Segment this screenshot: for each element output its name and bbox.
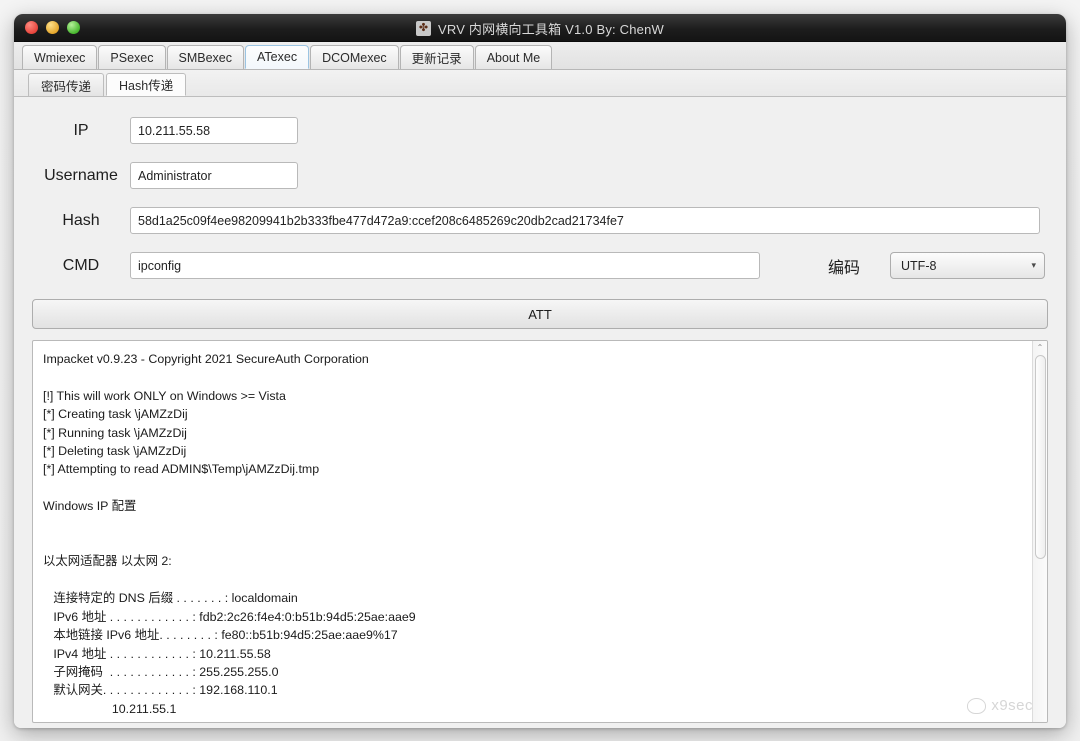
window-title: VRV 内网横向工具箱 V1.0 By: ChenW — [438, 19, 664, 38]
output-line: 10.211.55.1 — [43, 700, 1022, 718]
scrollbar-thumb[interactable] — [1035, 355, 1046, 559]
output-line: 本地链接 IPv6 地址. . . . . . . . : fe80::b51b… — [43, 626, 1022, 644]
username-label: Username — [32, 167, 130, 185]
output-line: [!] This will work ONLY on Windows >= Vi… — [43, 387, 1022, 405]
output-text[interactable]: Impacket v0.9.23 - Copyright 2021 Secure… — [33, 341, 1032, 722]
output-line: IPv4 地址 . . . . . . . . . . . . : 10.211… — [43, 645, 1022, 663]
tab-dcomexec[interactable]: DCOMexec — [310, 45, 399, 69]
encoding-select[interactable]: UTF-8 ▾ — [890, 252, 1045, 279]
hash-input[interactable]: 58d1a25c09f4ee98209941b2b333fbe477d472a9… — [130, 207, 1040, 234]
title-bar[interactable]: ✤ VRV 内网横向工具箱 V1.0 By: ChenW — [14, 14, 1066, 42]
main-tabbar: Wmiexec PSexec SMBexec ATexec DCOMexec 更… — [14, 42, 1066, 70]
output-line: Impacket v0.9.23 - Copyright 2021 Secure… — [43, 350, 1022, 368]
output-line: 连接特定的 DNS 后缀 . . . . . . . : localdomain — [43, 589, 1022, 607]
chevron-down-icon: ▾ — [1031, 260, 1036, 271]
ip-label: IP — [32, 122, 130, 140]
output-line: [*] Creating task \jAMZzDij — [43, 405, 1022, 423]
output-line: IPv6 地址 . . . . . . . . . . . . : fdb2:2… — [43, 608, 1022, 626]
output-line: 子网掩码 . . . . . . . . . . . . : 255.255.2… — [43, 663, 1022, 681]
username-input[interactable]: Administrator — [130, 162, 298, 189]
tab-psexec[interactable]: PSexec — [98, 45, 165, 69]
output-line — [43, 516, 1022, 534]
output-line: 默认网关. . . . . . . . . . . . . : 192.168.… — [43, 681, 1022, 699]
output-scrollbar[interactable]: ⌃ — [1032, 341, 1047, 722]
row-username: Username Administrator — [32, 162, 1048, 189]
output-line: [*] Running task \jAMZzDij — [43, 424, 1022, 442]
scroll-up-icon[interactable]: ⌃ — [1037, 343, 1044, 353]
tab-smbexec[interactable]: SMBexec — [167, 45, 245, 69]
zoom-button[interactable] — [67, 21, 80, 34]
sub-tabbar: 密码传递 Hash传递 — [14, 70, 1066, 97]
ip-input[interactable]: 10.211.55.58 — [130, 117, 298, 144]
output-line: Windows IP 配置 — [43, 497, 1022, 515]
tab-changelog[interactable]: 更新记录 — [400, 45, 474, 69]
tab-about-me[interactable]: About Me — [475, 45, 553, 69]
output-line — [43, 479, 1022, 497]
traffic-lights — [25, 21, 80, 34]
output-line — [43, 571, 1022, 589]
output-line: [*] Attempting to read ADMIN$\Temp\jAMZz… — [43, 460, 1022, 478]
output-line — [43, 368, 1022, 386]
row-hash: Hash 58d1a25c09f4ee98209941b2b333fbe477d… — [32, 207, 1048, 234]
scrollbar-track[interactable] — [1035, 355, 1046, 720]
tab-atexec[interactable]: ATexec — [245, 45, 309, 69]
screen: ✤ VRV 内网横向工具箱 V1.0 By: ChenW Wmiexec PSe… — [0, 0, 1080, 741]
minimize-button[interactable] — [46, 21, 59, 34]
output-line — [43, 534, 1022, 552]
row-ip: IP 10.211.55.58 — [32, 117, 1048, 144]
encoding-value: UTF-8 — [901, 259, 936, 273]
att-button[interactable]: ATT — [32, 299, 1048, 329]
subtab-password-auth[interactable]: 密码传递 — [28, 73, 104, 96]
close-button[interactable] — [25, 21, 38, 34]
app-icon: ✤ — [416, 21, 431, 36]
output-panel: Impacket v0.9.23 - Copyright 2021 Secure… — [32, 340, 1048, 723]
subtab-hash-auth[interactable]: Hash传递 — [106, 73, 186, 96]
tab-wmiexec[interactable]: Wmiexec — [22, 45, 97, 69]
cmd-label: CMD — [32, 257, 130, 275]
title-group: ✤ VRV 内网横向工具箱 V1.0 By: ChenW — [14, 14, 1066, 42]
cmd-input[interactable]: ipconfig — [130, 252, 760, 279]
encoding-label: 编码 — [828, 254, 860, 278]
hash-label: Hash — [32, 212, 130, 230]
panel-hash-auth: IP 10.211.55.58 Username Administrator H… — [14, 97, 1066, 728]
row-cmd: CMD ipconfig 编码 UTF-8 ▾ — [32, 252, 1048, 279]
app-window: ✤ VRV 内网横向工具箱 V1.0 By: ChenW Wmiexec PSe… — [14, 14, 1066, 728]
output-line: 以太网适配器 以太网 2: — [43, 552, 1022, 570]
output-line: [*] Deleting task \jAMZzDij — [43, 442, 1022, 460]
